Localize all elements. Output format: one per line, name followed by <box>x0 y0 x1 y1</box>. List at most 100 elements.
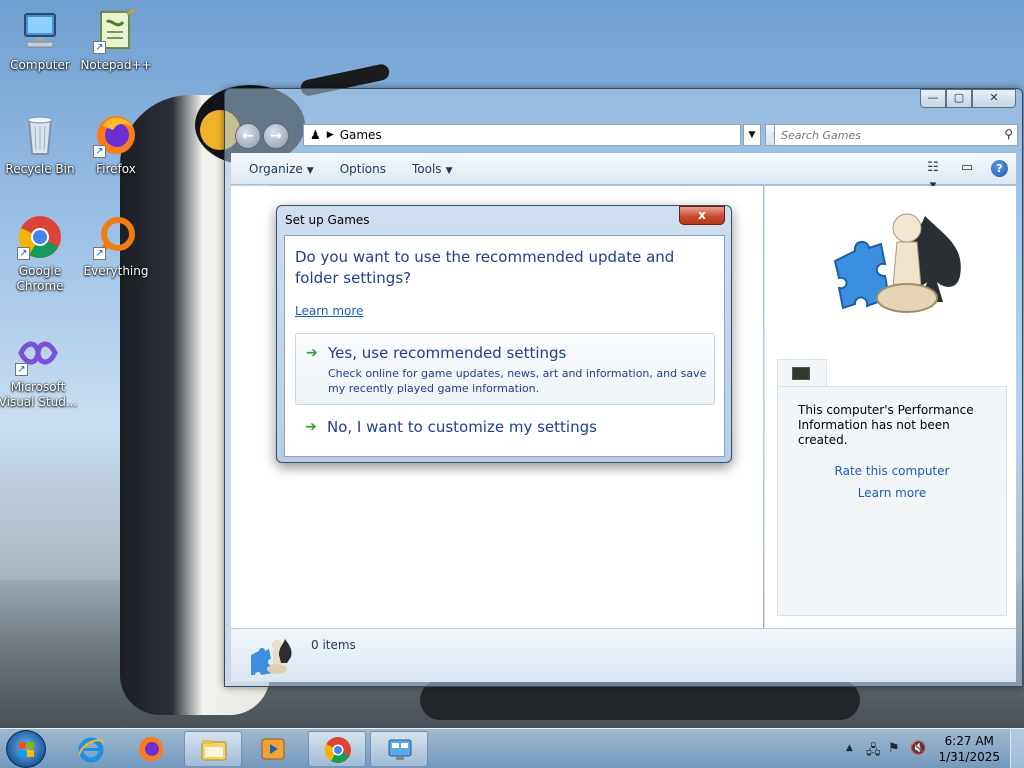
taskbar-control-panel[interactable] <box>370 731 428 767</box>
chrome-icon <box>324 736 352 764</box>
dialog-body: Do you want to use the recommended updat… <box>284 235 725 457</box>
clock-time: 6:27 AM <box>944 734 994 748</box>
visual-studio-icon: ↗ <box>15 330 61 376</box>
firefox-icon <box>137 735 165 763</box>
dialog-question: Do you want to use the recommended updat… <box>295 248 675 287</box>
recommended-option-description: Check online for game updates, news, art… <box>328 367 707 395</box>
shortcut-arrow-icon: ↗ <box>93 145 106 158</box>
desktop-icon-chrome[interactable]: ↗ Google Chrome <box>2 214 78 294</box>
back-button[interactable]: ← <box>235 123 261 149</box>
clock-date: 1/31/2025 <box>938 750 1000 764</box>
window-controls: — ▢ ✕ <box>920 89 1016 108</box>
recycle-bin-icon <box>17 112 63 158</box>
taskbar-windows-explorer[interactable] <box>184 731 242 767</box>
monitor-icon <box>792 367 810 380</box>
shortcut-arrow-icon: ↗ <box>17 247 30 260</box>
search-input[interactable] <box>775 125 985 145</box>
command-bar: Organize▼ Options Tools▼ ☷ ▾ ▭ ? <box>231 153 1016 193</box>
address-row: ← → ♟ ▶ Games ▼ ⇆ ⚲ <box>231 123 1018 149</box>
performance-info-text: This computer's Performance Information … <box>798 403 974 447</box>
tools-menu[interactable]: Tools ▼ <box>412 162 452 176</box>
view-options-icon[interactable]: ☷ ▾ <box>923 159 943 193</box>
games-art-icon <box>825 206 975 336</box>
maximize-button[interactable]: ▢ <box>946 89 972 108</box>
desktop-icon-label: Everything <box>83 264 149 278</box>
taskbar-chrome[interactable] <box>308 731 366 767</box>
desktop-icon-computer[interactable]: Computer <box>2 8 78 73</box>
minimize-button[interactable]: — <box>920 89 946 108</box>
recommended-settings-option[interactable]: ➔ Yes, use recommended settings Check on… <box>295 333 715 405</box>
desktop-icon-label: Google Chrome <box>16 264 64 293</box>
preview-pane-icon[interactable]: ▭ <box>957 159 977 177</box>
clock[interactable]: 6:27 AM 1/31/2025 <box>938 733 1000 765</box>
desktop-icon-label: Recycle Bin <box>5 162 75 176</box>
organize-menu[interactable]: Organize ▼ <box>249 162 314 176</box>
taskbar-media-player[interactable] <box>244 731 302 767</box>
learn-more-link[interactable]: Learn more <box>778 486 1006 500</box>
media-player-icon <box>259 735 287 763</box>
desktop-icon-notepadpp[interactable]: ↗ Notepad++ <box>78 8 154 73</box>
computer-icon <box>17 8 63 54</box>
show-desktop-button[interactable] <box>1010 729 1024 768</box>
show-hidden-icons-icon[interactable]: ▲ <box>846 743 853 753</box>
desktop-icon-label: Microsoft Visual Stud... <box>0 380 78 409</box>
customize-settings-option[interactable]: ➔ No, I want to customize my settings <box>295 413 715 443</box>
dialog-title: Set up Games <box>285 213 370 227</box>
recommended-option-title: Yes, use recommended settings <box>328 344 567 362</box>
address-bar[interactable]: ♟ ▶ Games <box>303 124 741 146</box>
desktop-icon-label: Firefox <box>96 162 136 176</box>
start-button[interactable] <box>6 730 46 768</box>
chrome-icon: ↗ <box>17 214 63 260</box>
search-icon[interactable]: ⚲ <box>1004 127 1013 141</box>
notepadpp-icon: ↗ <box>93 8 139 54</box>
rate-this-computer-link[interactable]: Rate this computer <box>778 464 1006 478</box>
setup-games-dialog: Set up Games x Do you want to use the re… <box>276 205 732 463</box>
item-count: 0 items <box>311 638 356 652</box>
explorer-icon <box>200 736 228 764</box>
toolbar-right: ☷ ▾ ▭ ? <box>923 159 1008 193</box>
internet-explorer-icon <box>77 735 105 763</box>
volume-muted-icon[interactable]: 🔇 <box>910 741 926 756</box>
green-arrow-icon: ➔ <box>305 419 317 435</box>
address-dropdown-button[interactable]: ▼ <box>743 124 761 146</box>
performance-tab[interactable] <box>777 359 827 387</box>
search-box[interactable]: ⚲ <box>774 124 1018 146</box>
dialog-close-button[interactable]: x <box>679 206 725 225</box>
forward-button[interactable]: → <box>263 123 289 149</box>
shortcut-arrow-icon: ↗ <box>15 363 28 376</box>
chevron-right-icon: ▶ <box>326 130 334 140</box>
taskbar: ▲ 🖧 ⚑ 🔇 6:27 AM 1/31/2025 <box>0 728 1024 768</box>
green-arrow-icon: ➔ <box>306 345 318 361</box>
chevron-down-icon: ▼ <box>306 165 314 176</box>
everything-icon: ↗ <box>93 214 139 260</box>
chevron-down-icon: ▼ <box>445 165 453 176</box>
close-button[interactable]: ✕ <box>972 89 1016 108</box>
help-icon[interactable]: ? <box>991 159 1008 177</box>
options-label: Options <box>339 161 386 176</box>
network-icon[interactable]: 🖧 <box>866 741 881 763</box>
games-folder-icon: ♟ <box>310 128 321 142</box>
tools-label: Tools <box>412 161 442 176</box>
options-button[interactable]: Options <box>340 162 386 176</box>
customize-option-title: No, I want to customize my settings <box>327 418 597 436</box>
control-panel-icon <box>386 736 414 764</box>
shortcut-arrow-icon: ↗ <box>93 247 106 260</box>
desktop-icon-everything[interactable]: ↗ Everything <box>78 214 154 279</box>
windows-logo-icon <box>19 742 35 758</box>
organize-label: Organize <box>249 161 303 176</box>
details-pane: This computer's Performance Information … <box>764 186 1016 628</box>
details-bar: 0 items <box>231 628 1016 682</box>
taskbar-internet-explorer[interactable] <box>62 731 120 767</box>
desktop-icon-recycle-bin[interactable]: Recycle Bin <box>2 112 78 177</box>
games-small-icon <box>247 637 293 677</box>
shortcut-arrow-icon: ↗ <box>93 41 106 54</box>
dialog-learn-more-link[interactable]: Learn more <box>295 304 363 318</box>
taskbar-firefox[interactable] <box>122 731 180 767</box>
desktop-icon-label: Notepad++ <box>80 58 152 72</box>
address-text: Games <box>339 128 382 142</box>
firefox-icon: ↗ <box>93 112 139 158</box>
performance-panel: This computer's Performance Information … <box>777 386 1007 616</box>
action-center-flag-icon[interactable]: ⚑ <box>888 741 900 756</box>
desktop-icon-firefox[interactable]: ↗ Firefox <box>78 112 154 177</box>
desktop-icon-visual-studio[interactable]: ↗ Microsoft Visual Stud... <box>0 330 78 410</box>
